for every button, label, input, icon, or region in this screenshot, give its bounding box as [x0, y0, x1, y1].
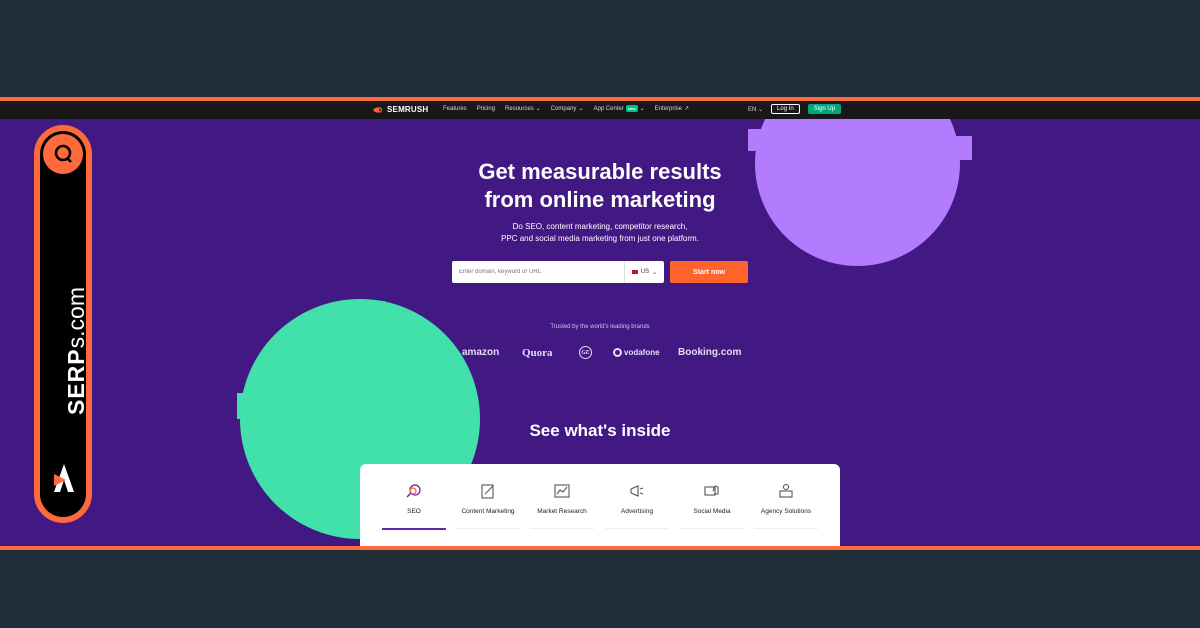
frame-bottom [0, 550, 1200, 628]
nav-link-app-center-label: App Center [593, 105, 624, 112]
semrush-flame-icon [373, 106, 382, 113]
nav-link-features[interactable]: Features [443, 105, 467, 112]
vodafone-text: vodafone [624, 348, 660, 357]
search-input[interactable] [452, 269, 624, 275]
start-now-button[interactable]: Start now [670, 261, 748, 283]
tab-advertising-label: Advertising [620, 508, 654, 515]
semrush-screenshot: SEMRUSH Features Pricing Resources ⌄ Comp… [0, 101, 1200, 546]
serps-logo-text: SERP s.com [63, 287, 90, 415]
nav-link-enterprise-label: Enterprise [654, 105, 682, 112]
agency-solutions-icon [777, 482, 795, 500]
chevron-down-icon: ⌄ [535, 106, 541, 112]
amazon-logo: amazon [462, 347, 500, 358]
top-navbar: SEMRUSH Features Pricing Resources ⌄ Comp… [0, 101, 1200, 119]
signup-button[interactable]: Sign Up [807, 104, 842, 114]
advertising-icon [628, 482, 646, 500]
features-panel: SEO Content Marketing Market Research Ad… [360, 464, 840, 546]
tab-advertising[interactable]: Advertising [605, 482, 669, 532]
chevron-down-icon: ⌄ [652, 269, 658, 276]
country-select[interactable]: US ⌄ [624, 261, 664, 283]
nav-link-resources[interactable]: Resources ⌄ [505, 105, 541, 113]
hero-title-line2: from online marketing [484, 187, 716, 212]
hero-subtitle-line1: Do SEO, content marketing, competitor re… [512, 222, 688, 231]
decorative-green-blob-notch [350, 301, 385, 317]
hero-title-line1: Get measurable results [478, 159, 722, 184]
country-label: US [640, 269, 650, 275]
hero-subtitle: Do SEO, content marketing, competitor re… [450, 221, 750, 245]
social-media-icon [703, 482, 721, 500]
tab-content-marketing-label: Content Marketing [461, 508, 515, 515]
language-label: EN [748, 106, 757, 113]
hero-subtitle-line2: PPC and social media marketing from just… [501, 234, 699, 243]
content-marketing-icon [479, 482, 497, 500]
tab-agency-solutions-label: Agency Solutions [760, 508, 812, 515]
tab-underline [754, 528, 818, 529]
hero-title: Get measurable results from online marke… [400, 158, 800, 214]
serps-logo-thin: s.com [63, 287, 89, 349]
nav-link-enterprise[interactable]: Enterprise ↗ [654, 105, 690, 113]
tab-social-media[interactable]: Social Media [680, 482, 744, 532]
tab-social-media-label: Social Media [693, 508, 731, 515]
chevron-down-icon: ⌄ [639, 106, 645, 112]
chevron-down-icon: ⌄ [578, 106, 584, 112]
serps-search-icon [43, 134, 83, 174]
tab-seo-label: SEO [407, 508, 421, 515]
vodafone-mark-icon [613, 348, 622, 357]
tab-active-underline [382, 528, 446, 530]
nav-link-resources-label: Resources [505, 105, 534, 112]
semrush-logo-text: SEMRUSH [387, 105, 429, 114]
trusted-label: Trusted by the world's leading brands [550, 324, 650, 330]
tab-content-marketing[interactable]: Content Marketing [456, 482, 520, 532]
ge-logo: GE [579, 346, 592, 359]
tab-seo[interactable]: SEO [382, 482, 446, 532]
tab-agency-solutions[interactable]: Agency Solutions [754, 482, 818, 532]
nav-link-pricing[interactable]: Pricing [477, 105, 495, 112]
tab-underline [680, 528, 744, 529]
us-flag-icon [631, 270, 638, 274]
language-selector[interactable]: EN ⌄ [748, 106, 763, 113]
frame-top [0, 0, 1200, 97]
new-badge: new [625, 105, 638, 112]
nav-link-app-center[interactable]: App Center new ⌄ [593, 105, 645, 112]
quora-logo: Quora [522, 347, 553, 359]
decorative-green-blob-notch [237, 393, 257, 419]
market-research-icon [553, 482, 571, 500]
tab-underline [530, 528, 594, 529]
tab-market-research-label: Market Research [537, 508, 587, 515]
tab-market-research[interactable]: Market Research [530, 482, 594, 532]
nav-right: EN ⌄ Log In Sign Up [748, 104, 842, 114]
decorative-purple-blob-notch [748, 129, 764, 151]
see-whats-inside-title: See what's inside [529, 421, 671, 440]
tab-underline [456, 528, 520, 529]
decorative-purple-blob-notch [950, 136, 972, 160]
nav-link-company[interactable]: Company ⌄ [550, 105, 584, 113]
tab-underline [605, 528, 669, 529]
serps-logo-bold: SERP [63, 348, 89, 415]
booking-logo: Booking.com [678, 347, 742, 358]
search-box: US ⌄ [452, 261, 664, 283]
chevron-down-icon: ⌄ [758, 106, 764, 113]
nav-links: Features Pricing Resources ⌄ Company ⌄ App… [443, 105, 689, 112]
vodafone-logo: vodafone [613, 348, 660, 357]
login-button[interactable]: Log In [771, 104, 800, 114]
semrush-logo[interactable]: SEMRUSH [372, 105, 428, 114]
seo-icon [405, 482, 423, 500]
nav-link-company-label: Company [550, 105, 577, 112]
serps-arrow-mark-icon [54, 464, 74, 492]
external-link-icon: ↗ [684, 106, 690, 112]
